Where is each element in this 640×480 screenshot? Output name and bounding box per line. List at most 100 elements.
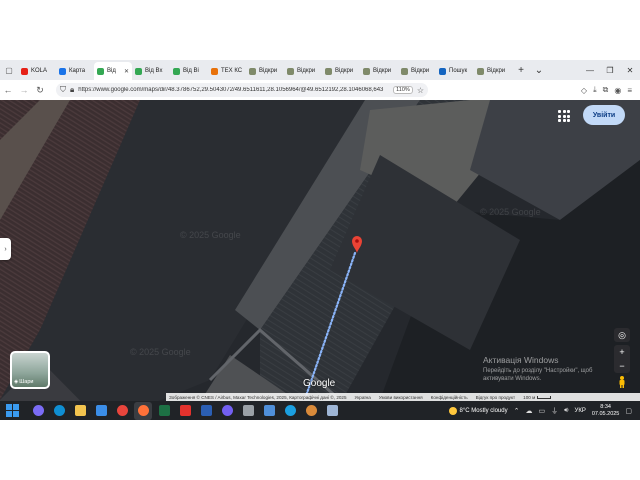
tab-label: KOLA [31, 68, 48, 74]
tab-karta[interactable]: Карта [56, 62, 94, 80]
maps-pin-icon [135, 67, 142, 75]
tab-label: Відкри [411, 68, 430, 74]
new-tab-button[interactable]: + [512, 65, 530, 76]
clock-date: 07.05.2025 [591, 410, 620, 417]
tab-open-1[interactable]: Відкри [246, 62, 284, 80]
toolbar-actions: ◇ ⤓ ⧉ ◉ ≡ [581, 85, 640, 95]
app-pet-icon[interactable] [302, 402, 320, 420]
feedback-link[interactable]: Відгук про продукт [476, 395, 516, 400]
tex-icon [211, 67, 218, 75]
tab-open-3[interactable]: Відкри [322, 62, 360, 80]
acrobat-icon[interactable] [176, 402, 194, 420]
tab-open-4[interactable]: Відкри [360, 62, 398, 80]
clock-time: 8:34 [600, 403, 611, 410]
pegman-icon[interactable] [618, 376, 626, 388]
tab-label: Пошук [449, 68, 468, 74]
copilot-icon[interactable] [29, 402, 47, 420]
windows-activation-watermark: Активація Windows Перейдіть до розділу "… [483, 355, 592, 383]
lock-icon: 🔒︎ [70, 85, 75, 94]
tab-label: Відкри [297, 68, 316, 74]
screen: © 2025 Google © 2025 Google © 2025 Googl… [0, 60, 640, 420]
tab-tex[interactable]: TEX КС [208, 62, 246, 80]
shield-icon: ⛉ [60, 85, 66, 94]
tab-open-6[interactable]: Відкри [474, 62, 512, 80]
extensions-icon[interactable]: ⧉ [603, 85, 609, 95]
store-icon[interactable] [92, 402, 110, 420]
clock[interactable]: 8:34 07.05.2025 [592, 404, 620, 418]
reload-icon[interactable]: ↻ [32, 85, 48, 96]
skype-icon[interactable] [281, 402, 299, 420]
activation-line-2: активувати Windows. [483, 376, 542, 382]
country-link[interactable]: Україна [355, 395, 371, 400]
tab-label: Відкри [373, 68, 392, 74]
pocket-icon[interactable]: ◇ [581, 86, 587, 95]
zoom-level-badge[interactable]: 110% [393, 86, 413, 94]
chevron-up-icon[interactable]: ⌃ [514, 407, 520, 415]
tab-kola[interactable]: KOLA [18, 62, 56, 80]
download-icon[interactable]: ⤓ [593, 85, 597, 95]
viber-icon[interactable] [218, 402, 236, 420]
app-blue-icon[interactable] [260, 402, 278, 420]
tab-label: Відкри [259, 68, 278, 74]
tab-list-chevron-icon[interactable]: ⌄ [530, 65, 548, 76]
tab-strip: ▢ KOLA Карта Від ✕ Від Вх Від Ві TEX КС [0, 60, 640, 80]
notification-icon[interactable]: ▢ [625, 407, 632, 415]
chrome-icon[interactable] [113, 402, 131, 420]
globe-icon [287, 67, 294, 75]
menu-icon[interactable]: ≡ [627, 86, 632, 95]
language-indicator[interactable]: УКР [575, 408, 586, 414]
privacy-link[interactable]: Конфіденційність [431, 395, 468, 400]
collapse-side-panel-button[interactable]: › [0, 238, 11, 260]
map-watermark-2: © 2025 Google [480, 207, 541, 217]
tab-search[interactable]: Пошук [436, 62, 474, 80]
globe-icon [249, 67, 256, 75]
tab-open-2[interactable]: Відкри [284, 62, 322, 80]
tab-maps-2[interactable]: Від Вх [132, 62, 170, 80]
maximize-button[interactable]: ❐ [600, 66, 620, 75]
activation-line-1: Перейдіть до розділу "Настройки", щоб [483, 368, 593, 374]
maps-pin-icon [173, 67, 180, 75]
bookmark-star-icon[interactable]: ☆ [417, 86, 424, 95]
maps-icon [59, 67, 66, 75]
file-explorer-icon[interactable] [71, 402, 89, 420]
onedrive-cloud-icon[interactable]: ☁ [525, 407, 532, 415]
account-icon[interactable]: ◉ [614, 86, 621, 95]
close-tab-icon[interactable]: ✕ [124, 68, 129, 75]
tab-open-5[interactable]: Відкри [398, 62, 436, 80]
close-window-button[interactable]: ✕ [620, 66, 640, 75]
terms-link[interactable]: Умови використання [379, 395, 423, 400]
address-bar[interactable]: ⛉ 🔒︎ https://www.google.com/maps/dir/48.… [56, 83, 428, 97]
tab-active-maps[interactable]: Від ✕ [94, 62, 132, 80]
navigation-bar: ← → ↻ ⛉ 🔒︎ https://www.google.com/maps/d… [0, 80, 640, 100]
scale-bar[interactable]: 100 м [523, 395, 552, 400]
weather-widget[interactable]: 8°C Mostly cloudy [448, 406, 508, 415]
globe-icon [325, 67, 332, 75]
word-icon[interactable] [197, 402, 215, 420]
back-arrow-icon[interactable]: ← [0, 85, 16, 95]
edge-icon[interactable] [50, 402, 68, 420]
zoom-out-button[interactable]: − [614, 359, 630, 373]
zoom-in-button[interactable]: + [614, 345, 630, 359]
usb-icon[interactable]: ⏚ [551, 406, 558, 416]
google-logo: Google [303, 378, 336, 389]
app-gray-icon[interactable] [239, 402, 257, 420]
windows-start-icon[interactable] [6, 403, 20, 418]
taskbar-apps [26, 401, 341, 420]
tab-maps-3[interactable]: Від Ві [170, 62, 208, 80]
forward-arrow-icon[interactable]: → [16, 85, 32, 95]
firefox-icon[interactable] [134, 401, 152, 420]
google-apps-grid-icon[interactable] [556, 108, 572, 124]
weather-text: 8°C Mostly cloudy [459, 407, 508, 414]
app-doc-icon[interactable] [323, 402, 341, 420]
tab-label: Від Ві [183, 68, 199, 74]
layers-button[interactable]: ◈ Шари [10, 351, 50, 389]
volume-icon[interactable]: 🔊︎ [564, 407, 568, 415]
tab-label: Від Вх [145, 68, 163, 74]
display-icon[interactable]: ▭ [538, 407, 545, 415]
excel-icon[interactable] [155, 402, 173, 420]
url-text[interactable]: https://www.google.com/maps/dir/48.37867… [78, 87, 389, 93]
sign-in-button[interactable]: Увійти [583, 105, 625, 125]
my-location-icon[interactable]: ◎ [614, 328, 630, 342]
tab-overview-icon[interactable]: ▢ [0, 60, 18, 80]
minimize-button[interactable]: — [580, 66, 600, 75]
